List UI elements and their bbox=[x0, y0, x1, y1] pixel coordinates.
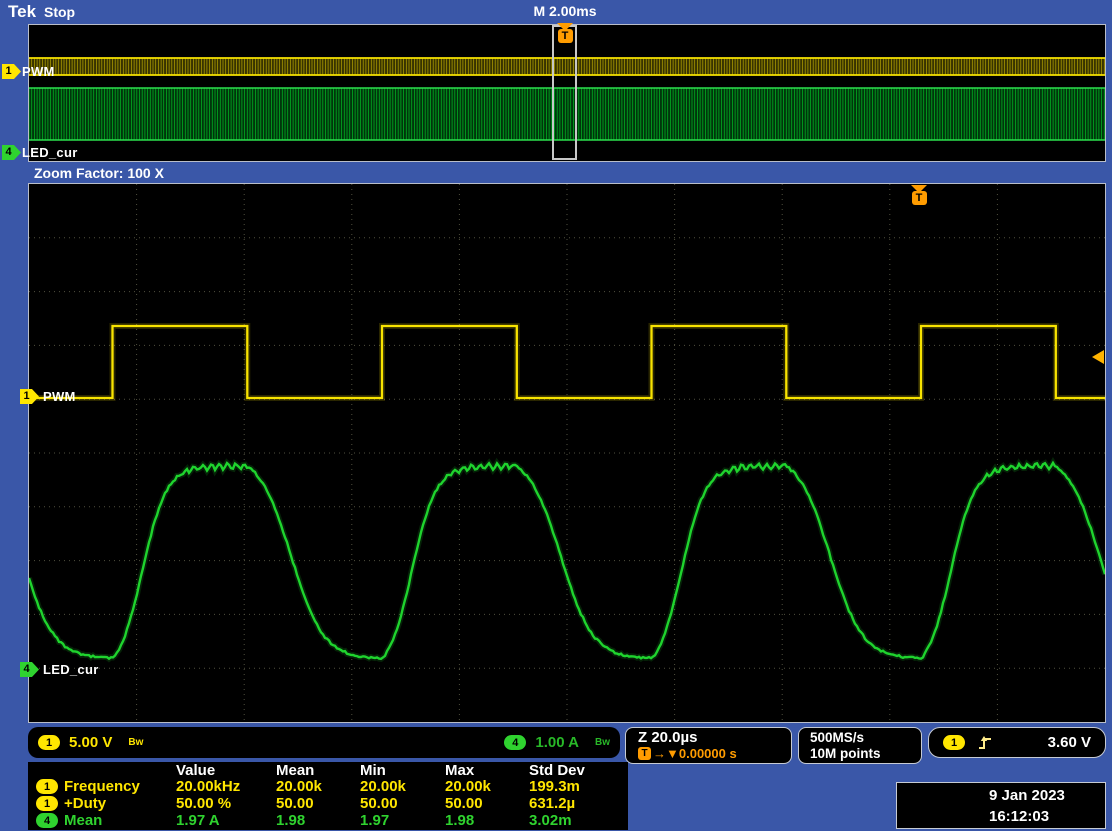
table-row-mean: 4 Mean bbox=[28, 812, 176, 829]
sample-rate-readout: 500MS/s bbox=[810, 730, 921, 746]
ch1-bandwidth-icon: Bw bbox=[128, 737, 143, 748]
meas-header-min: Min bbox=[360, 762, 445, 779]
trigger-position-readout: 0.00000 s bbox=[679, 746, 737, 761]
horizontal-zoom-box[interactable]: Z 20.0µs T →▼ 0.00000 s bbox=[625, 727, 792, 764]
ch4-bandwidth-icon: Bw bbox=[595, 737, 610, 748]
trigger-position-arrow-icon: →▼ bbox=[653, 746, 679, 761]
zoom-waveform-view[interactable] bbox=[28, 183, 1106, 723]
meas-row2-name: +Duty bbox=[64, 795, 106, 812]
trigger-readout-box[interactable]: 1 3.60 V bbox=[928, 727, 1106, 758]
trigger-flag-t: T bbox=[558, 29, 573, 43]
meas-row3-min: 1.97 bbox=[360, 812, 445, 829]
acquisition-box[interactable]: 500MS/s 10M points bbox=[798, 727, 922, 764]
table-row-duty: 1 +Duty bbox=[28, 795, 176, 812]
meas-row1-mean: 20.00k bbox=[276, 778, 360, 795]
trigger-level-arrow-icon[interactable] bbox=[1092, 350, 1104, 364]
meas-header-stddev: Std Dev bbox=[529, 762, 628, 779]
zoom-waveforms bbox=[29, 184, 1105, 722]
meas-row2-min: 50.00 bbox=[360, 795, 445, 812]
meas-row2-mean: 50.00 bbox=[276, 795, 360, 812]
trigger-flag-t: T bbox=[912, 191, 927, 205]
meas-row1-badge: 1 bbox=[36, 779, 58, 794]
zoom-timebase-readout: Z 20.0µs bbox=[638, 729, 791, 746]
channel-readout-bar[interactable]: 1 5.00 V Bw 4 1.00 A Bw bbox=[28, 727, 620, 758]
ch1-readout-badge[interactable]: 1 bbox=[38, 735, 60, 750]
overview-ch1-badge[interactable]: 1 bbox=[2, 64, 21, 79]
meas-row1-name: Frequency bbox=[64, 778, 140, 795]
record-length-readout: 10M points bbox=[810, 746, 921, 762]
overview-ch4-badge[interactable]: 4 bbox=[2, 145, 21, 160]
main-ch1-label: PWM bbox=[43, 389, 76, 404]
meas-row2-value: 50.00 % bbox=[176, 795, 276, 812]
meas-row3-value: 1.97 A bbox=[176, 812, 276, 829]
zoom-factor-label: Zoom Factor: 100 X bbox=[34, 165, 164, 181]
oscilloscope-screen: { "header": {"logo": "Tek", "status": "S… bbox=[0, 0, 1112, 831]
rising-edge-icon bbox=[977, 734, 993, 752]
meas-row1-max: 20.00k bbox=[445, 778, 529, 795]
meas-row1-stddev: 199.3m bbox=[529, 778, 628, 795]
ch1-scale-readout[interactable]: 5.00 V bbox=[69, 734, 112, 751]
meas-row3-badge: 4 bbox=[36, 813, 58, 828]
main-ch4-label: LED_cur bbox=[43, 662, 99, 677]
trigger-level-readout: 3.60 V bbox=[1048, 734, 1091, 751]
meas-row2-stddev: 631.2µ bbox=[529, 795, 628, 812]
table-row-frequency: 1 Frequency bbox=[28, 778, 176, 795]
ch4-readout-badge[interactable]: 4 bbox=[504, 735, 526, 750]
meas-row1-value: 20.00kHz bbox=[176, 778, 276, 795]
tek-logo: Tek bbox=[8, 2, 36, 22]
meas-header-mean: Mean bbox=[276, 762, 360, 779]
ch4-scale-readout[interactable]: 1.00 A bbox=[535, 734, 579, 751]
date-readout: 9 Jan 2023 bbox=[989, 785, 1105, 806]
meas-row2-badge: 1 bbox=[36, 796, 58, 811]
meas-row2-max: 50.00 bbox=[445, 795, 529, 812]
time-readout: 16:12:03 bbox=[989, 806, 1105, 827]
meas-row3-stddev: 3.02m bbox=[529, 812, 628, 829]
date-time-box: 9 Jan 2023 16:12:03 bbox=[896, 782, 1106, 829]
zoom-window-bracket[interactable] bbox=[552, 25, 577, 160]
meas-header-max: Max bbox=[445, 762, 529, 779]
meas-row3-mean: 1.98 bbox=[276, 812, 360, 829]
meas-row3-name: Mean bbox=[64, 812, 102, 829]
trigger-t-icon: T bbox=[638, 747, 651, 760]
measurement-table: Value Mean Min Max Std Dev 1 Frequency 2… bbox=[28, 762, 628, 830]
meas-header-value: Value bbox=[176, 762, 276, 779]
main-timebase-readout[interactable]: M 2.00ms bbox=[470, 3, 660, 19]
main-trigger-position-flag-icon[interactable]: T bbox=[911, 185, 927, 205]
meas-row3-max: 1.98 bbox=[445, 812, 529, 829]
overview-trigger-flag-icon[interactable]: T bbox=[557, 23, 573, 43]
acquisition-status: Stop bbox=[44, 4, 75, 20]
trigger-source-badge[interactable]: 1 bbox=[943, 735, 965, 750]
overview-ch1-label: PWM bbox=[22, 64, 55, 79]
overview-ch4-label: LED_cur bbox=[22, 145, 78, 160]
meas-row1-min: 20.00k bbox=[360, 778, 445, 795]
